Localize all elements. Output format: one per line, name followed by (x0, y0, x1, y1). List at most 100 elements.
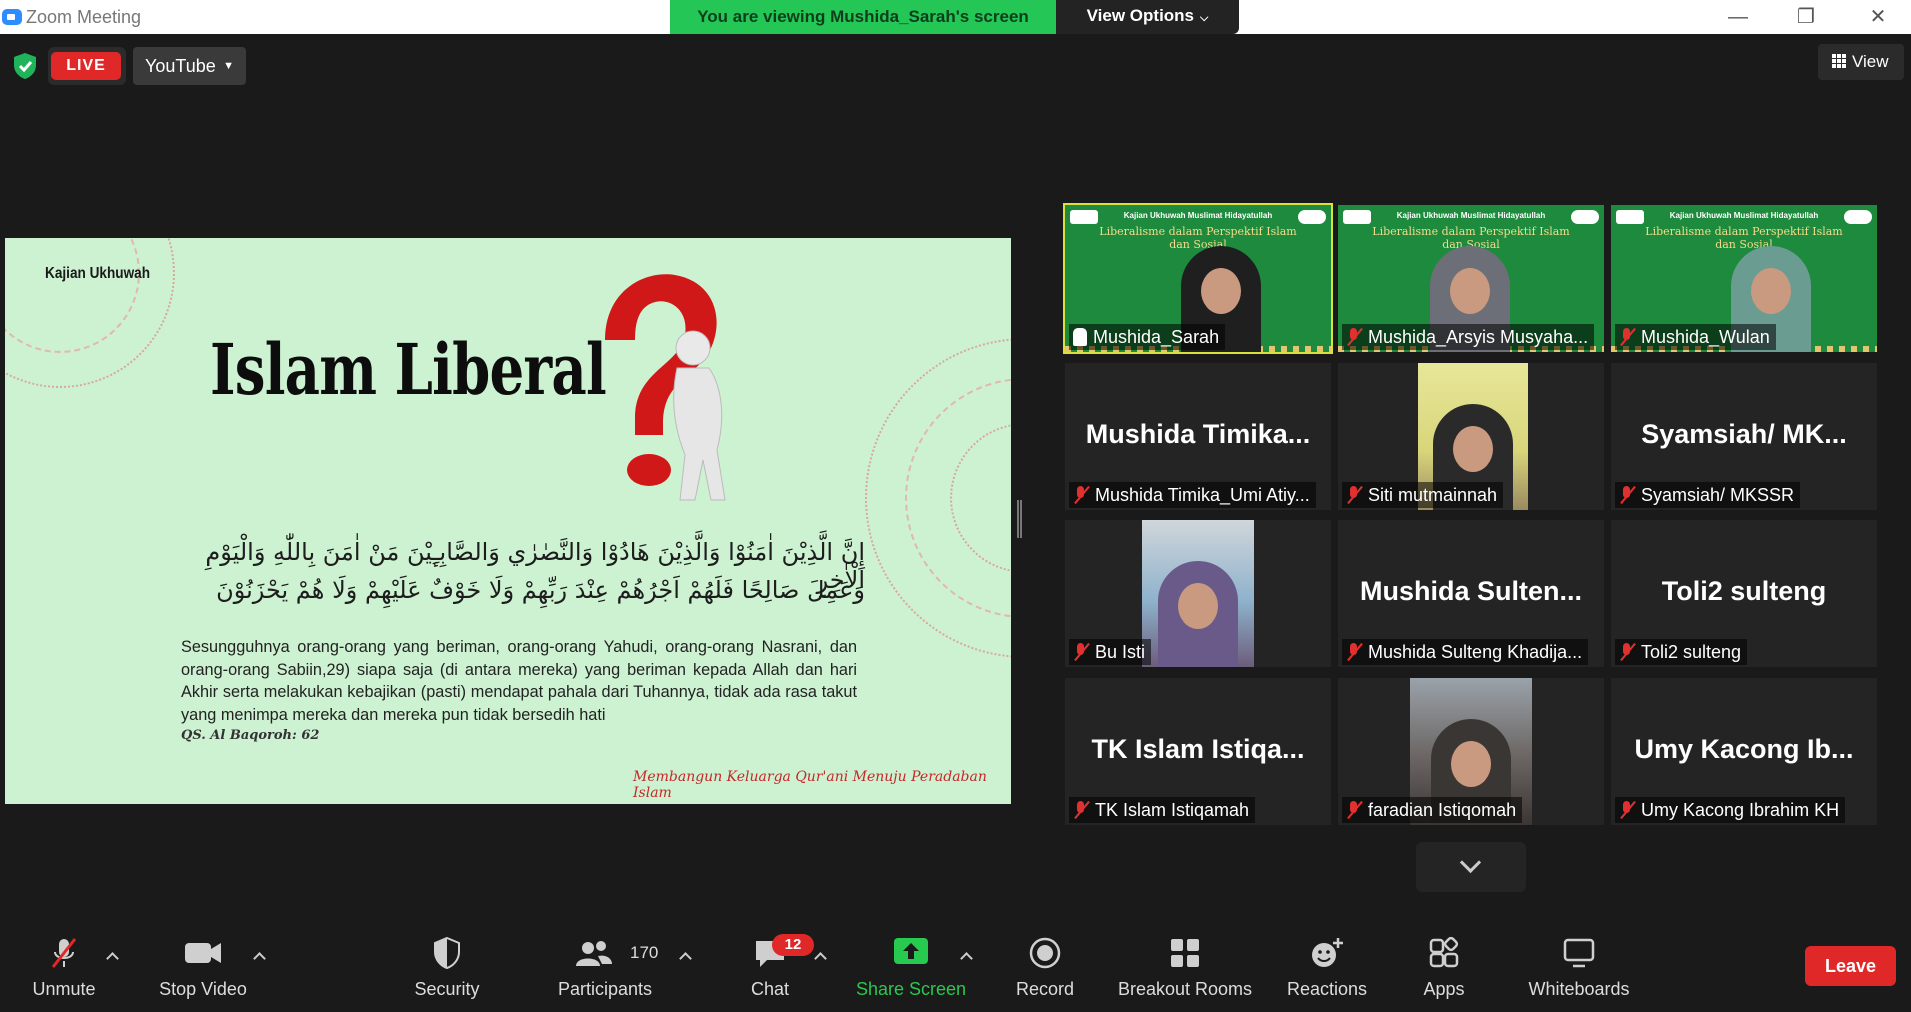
reactions-smiley-icon (1312, 938, 1343, 967)
grid-icon (1832, 54, 1846, 68)
panel-splitter-handle[interactable] (1017, 500, 1022, 538)
participant-name: Umy Kacong Ibrahim KH (1641, 800, 1840, 820)
video-banner-header: Kajian Ukhuwah Muslimat Hidayatullah (1396, 211, 1546, 220)
chevron-down-icon: ⌵ (1200, 12, 1209, 24)
view-label: View (1852, 52, 1889, 71)
participant-tile[interactable]: Toli2 sulteng Toli2 sulteng (1611, 520, 1877, 667)
stream-target-label: YouTube (145, 56, 216, 76)
restore-icon[interactable]: ❐ (1786, 4, 1826, 30)
participant-tile[interactable]: Mushida Sulten... Mushida Sulteng Khadija… (1338, 520, 1604, 667)
participant-display-name: TK Islam Istiqa... (1091, 734, 1305, 764)
video-banner-header: Kajian Ukhuwah Muslimat Hidayatullah (1123, 211, 1273, 220)
microphone-muted-icon (1346, 486, 1362, 504)
gallery-next-page-button[interactable] (1416, 842, 1526, 892)
participant-tile[interactable]: Umy Kacong Ib... Umy Kacong Ibrahim KH (1611, 678, 1877, 825)
whiteboards-label: Whiteboards (1528, 979, 1630, 999)
title-bar: Zoom Meeting You are viewing Mushida_Sar… (0, 0, 1911, 34)
participants-button[interactable]: 170 Participants (548, 928, 662, 1012)
participant-nameplate: Mushida Sulteng Khadija... (1342, 639, 1589, 665)
participant-face (1453, 426, 1493, 472)
caret-down-icon: ▼ (223, 60, 234, 72)
participant-face (1451, 741, 1491, 787)
participant-face (1201, 268, 1241, 314)
participants-options-caret[interactable] (678, 948, 692, 962)
microphone-muted-icon (51, 938, 77, 968)
apps-button[interactable]: Apps (1412, 928, 1476, 1012)
raised-hand-icon (1073, 328, 1087, 346)
participant-tile[interactable]: Bu Isti (1065, 520, 1331, 667)
unmute-button[interactable]: Unmute (22, 928, 106, 1012)
microphone-muted-icon (1073, 801, 1089, 819)
record-button[interactable]: Record (1008, 928, 1082, 1012)
participant-tile[interactable]: Kajian Ukhuwah Muslimat Hidayatullah Libe… (1338, 205, 1604, 352)
share-screen-button[interactable]: Share Screen (852, 928, 970, 1012)
microphone-muted-icon (1073, 643, 1089, 661)
participant-tile[interactable]: faradian Istiqomah (1338, 678, 1604, 825)
participant-display-name: Umy Kacong Ib... (1634, 734, 1854, 764)
slide-title: Islam Liberal (210, 328, 607, 411)
security-label: Security (414, 979, 480, 999)
participant-name: Syamsiah/ MKSSR (1641, 485, 1795, 505)
participant-nameplate: Bu Isti (1069, 639, 1152, 665)
arabic-verse-line: وَعَمِلَ صَالِحًا فَلَهُمْ اَجْرُهُمْ عِ… (216, 576, 865, 604)
shared-screen: Kajian Ukhuwah Islam Liberal إِنَّ الَّذ… (5, 238, 1011, 804)
meeting-toolbar: Unmute Stop Video Security 170 Participa… (0, 928, 1911, 1012)
chat-label: Chat (750, 979, 790, 999)
participant-tile[interactable]: Syamsiah/ MK... Syamsiah/ MKSSR (1611, 363, 1877, 510)
microphone-muted-icon (1619, 486, 1635, 504)
participant-name: Mushida Sulteng Khadija... (1368, 642, 1583, 662)
video-banner-header: Kajian Ukhuwah Muslimat Hidayatullah (1669, 211, 1819, 220)
chat-unread-badge: 12 (772, 934, 814, 956)
microphone-muted-icon (1619, 801, 1635, 819)
share-options-caret[interactable] (959, 948, 973, 962)
breakout-rooms-button[interactable]: Breakout Rooms (1114, 928, 1256, 1012)
participant-face (1751, 268, 1791, 314)
participant-nameplate: Syamsiah/ MKSSR (1615, 482, 1801, 508)
participant-tile[interactable]: Kajian Ukhuwah Muslimat Hidayatullah Libe… (1063, 203, 1333, 354)
participant-nameplate: faradian Istiqomah (1342, 797, 1523, 823)
close-icon[interactable]: ✕ (1858, 4, 1898, 30)
participants-icon (575, 941, 612, 966)
stream-target-dropdown[interactable]: YouTube ▼ (133, 47, 246, 85)
chat-options-caret[interactable] (813, 948, 827, 962)
slide-topic: Kajian Ukhuwah (45, 265, 151, 282)
microphone-muted-icon (1346, 328, 1362, 346)
zoom-logo-icon (2, 9, 22, 25)
participant-name: Bu Isti (1095, 642, 1146, 662)
encryption-shield-icon[interactable] (12, 52, 38, 80)
participant-name: TK Islam Istiqamah (1095, 800, 1250, 820)
participant-tile[interactable]: TK Islam Istiqa... TK Islam Istiqamah (1065, 678, 1331, 825)
participant-tile[interactable]: Kajian Ukhuwah Muslimat Hidayatullah Libe… (1611, 205, 1877, 352)
reactions-button[interactable]: Reactions (1284, 928, 1370, 1012)
participant-name: Mushida Timika_Umi Atiy... (1095, 485, 1310, 505)
microphone-muted-icon (1346, 643, 1362, 661)
participant-display-name: Toli2 sulteng (1661, 576, 1827, 606)
participant-nameplate: Mushida_Sarah (1069, 324, 1226, 350)
participant-display-name: Mushida Timika... (1085, 419, 1311, 449)
leave-button[interactable]: Leave (1805, 946, 1896, 986)
participant-nameplate: Siti mutmainnah (1342, 482, 1504, 508)
stop-video-button[interactable]: Stop Video (150, 928, 256, 1012)
participants-label: Participants (557, 979, 653, 999)
security-button[interactable]: Security (404, 928, 490, 1012)
audio-options-caret[interactable] (105, 948, 119, 962)
video-options-caret[interactable] (252, 948, 266, 962)
stop-video-label: Stop Video (159, 979, 247, 999)
whiteboards-button[interactable]: Whiteboards (1520, 928, 1638, 1012)
participant-tile[interactable]: Siti mutmainnah (1338, 363, 1604, 510)
slide-tagline: Membangun Keluarga Qur'ani Menuju Perada… (633, 769, 987, 801)
view-options-button[interactable]: View Options ⌵ (1056, 0, 1239, 34)
whiteboard-icon (1563, 938, 1595, 968)
video-banner-title: Liberalisme dalam Perspektif Islam dan S… (1645, 225, 1843, 251)
record-icon (1029, 937, 1061, 969)
microphone-muted-icon (1619, 643, 1635, 661)
participant-nameplate: Mushida_Wulan (1615, 324, 1776, 350)
participant-video (1142, 520, 1254, 667)
participant-tile[interactable]: Mushida Timika... Mushida Timika_Umi Atiy… (1065, 363, 1331, 510)
participant-nameplate: Mushida_Arsyis Musyaha... (1342, 324, 1595, 350)
participant-nameplate: TK Islam Istiqamah (1069, 797, 1256, 823)
participant-display-name: Syamsiah/ MK... (1641, 419, 1847, 449)
minimize-icon[interactable]: — (1718, 4, 1758, 30)
view-button[interactable]: View (1818, 44, 1904, 80)
participant-display-name: Mushida Sulten... (1359, 576, 1582, 606)
